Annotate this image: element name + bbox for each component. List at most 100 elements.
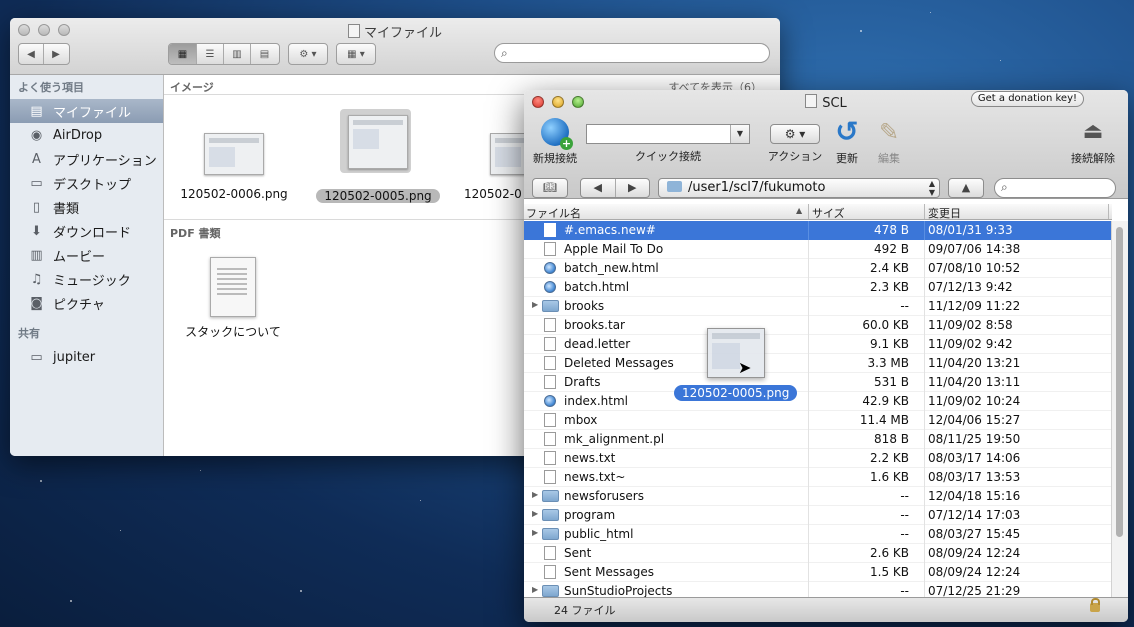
image-item[interactable]: 120502-0006.png — [180, 133, 288, 201]
file-row[interactable]: index.html 42.9 KB 11/09/02 10:24 — [524, 392, 1112, 411]
favorites-header: よく使う項目 — [18, 81, 84, 94]
forward-button[interactable]: ▶ — [616, 179, 650, 197]
file-row[interactable]: dead.letter 9.1 KB 11/09/02 9:42 — [524, 335, 1112, 354]
column-divider — [808, 297, 809, 316]
sidebar-item-jupiter[interactable]: ▭ jupiter — [10, 345, 163, 369]
file-row[interactable]: Drafts 531 B 11/04/20 13:11 — [524, 373, 1112, 392]
file-row[interactable]: Sent 2.6 KB 08/09/24 12:24 — [524, 544, 1112, 563]
book-icon: 📖︎ — [543, 181, 557, 194]
file-row[interactable]: news.txt 2.2 KB 08/03/17 14:06 — [524, 449, 1112, 468]
edit-button[interactable]: ✎ 編集 — [870, 118, 908, 166]
file-row[interactable]: ▶ newsforusers -- 12/04/18 15:16 — [524, 487, 1112, 506]
file-icon — [544, 242, 556, 256]
coverflow-view-button[interactable]: ▤ — [251, 44, 278, 64]
file-date: 12/04/18 15:16 — [928, 489, 1021, 503]
new-connection-button[interactable]: + 新規接続 — [530, 118, 580, 166]
modified-column-header[interactable]: 変更日 — [928, 205, 961, 221]
file-name: Deleted Messages — [564, 356, 674, 370]
size-column-header[interactable]: サイズ — [812, 205, 845, 221]
column-divider — [808, 411, 809, 430]
file-icon — [544, 375, 556, 389]
scl-search-input[interactable]: ⌕ — [994, 178, 1116, 198]
file-icon — [544, 337, 556, 351]
file-row[interactable]: mk_alignment.pl 818 B 08/11/25 19:50 — [524, 430, 1112, 449]
dragged-file[interactable]: ➤ 120502-0005.png — [674, 328, 798, 401]
finder-titlebar: マイファイル ◀ ▶ ▦ ☰ ▥ ▤ ⚙ ▾ ▦ ▾ ⌕ — [10, 18, 780, 75]
sidebar-item-applications[interactable]: A アプリケーション — [10, 147, 163, 171]
sidebar-item-pictures[interactable]: ◙ ピクチャ — [10, 291, 163, 315]
file-size: -- — [900, 527, 909, 541]
gear-icon: ⚙ ▾ — [299, 48, 317, 60]
file-row[interactable]: ▶ program -- 07/12/14 17:03 — [524, 506, 1112, 525]
bookmarks-button[interactable]: 📖︎ — [532, 178, 568, 198]
file-row[interactable]: Deleted Messages 3.3 MB 11/04/20 13:21 — [524, 354, 1112, 373]
file-size: 42.9 KB — [862, 394, 909, 408]
sidebar-item-desktop[interactable]: ▭ デスクトップ — [10, 171, 163, 195]
folder-icon — [542, 585, 559, 597]
donation-key-button[interactable]: Get a donation key! — [970, 91, 1084, 107]
back-forward-control: ◀ ▶ — [18, 43, 70, 65]
back-button[interactable]: ◀ — [19, 44, 44, 64]
scrollbar-knob[interactable] — [1116, 227, 1123, 537]
list-view-button[interactable]: ☰ — [197, 44, 224, 64]
file-row[interactable]: Apple Mail To Do 492 B 09/07/06 14:38 — [524, 240, 1112, 259]
disclosure-triangle-icon[interactable]: ▶ — [532, 509, 538, 518]
search-icon: ⌕ — [1001, 180, 1008, 194]
disclosure-triangle-icon[interactable]: ▶ — [532, 300, 538, 309]
column-view-button[interactable]: ▥ — [224, 44, 251, 64]
refresh-button[interactable]: ↺ 更新 — [830, 118, 864, 166]
status-bar: 24 ファイル — [524, 597, 1128, 622]
file-row[interactable]: Sent Messages 1.5 KB 08/09/24 12:24 — [524, 563, 1112, 582]
sidebar-item-all-my-files[interactable]: ▤ マイファイル — [10, 99, 163, 123]
file-row[interactable]: ▶ public_html -- 08/03/27 15:45 — [524, 525, 1112, 544]
sidebar-item-airdrop[interactable]: ◉ AirDrop — [10, 123, 163, 147]
file-row[interactable]: mbox 11.4 MB 12/04/06 15:27 — [524, 411, 1112, 430]
file-date: 11/12/09 11:22 — [928, 299, 1021, 313]
dragged-file-label: 120502-0005.png — [674, 385, 798, 401]
back-button[interactable]: ◀ — [581, 179, 616, 197]
vertical-scrollbar[interactable] — [1111, 221, 1128, 598]
file-row[interactable]: batch.html 2.3 KB 07/12/13 9:42 — [524, 278, 1112, 297]
file-row[interactable]: ▶ brooks -- 11/12/09 11:22 — [524, 297, 1112, 316]
column-divider — [924, 240, 925, 259]
file-row[interactable]: news.txt~ 1.6 KB 08/03/17 13:53 — [524, 468, 1112, 487]
sidebar-item-downloads[interactable]: ⬇ ダウンロード — [10, 219, 163, 243]
file-icon — [544, 451, 556, 465]
icon-view-button[interactable]: ▦ — [169, 44, 197, 64]
chevron-down-icon[interactable]: ▼ — [730, 125, 749, 143]
file-size: 2.3 KB — [870, 280, 909, 294]
file-icon — [544, 318, 556, 332]
file-row[interactable]: brooks.tar 60.0 KB 11/09/02 8:58 — [524, 316, 1112, 335]
column-divider — [808, 316, 809, 335]
action-menu-button[interactable]: ⚙ ▾ — [288, 43, 328, 65]
column-divider — [808, 449, 809, 468]
finder-search-input[interactable]: ⌕ — [494, 43, 770, 63]
parent-folder-button[interactable]: ▲ — [948, 178, 984, 198]
disconnect-button[interactable]: ⏏ 接続解除 — [1068, 118, 1118, 166]
name-column-header[interactable]: ファイル名 — [526, 205, 581, 221]
file-date: 08/01/31 9:33 — [928, 223, 1013, 237]
sidebar-item-movies[interactable]: ▥ ムービー — [10, 243, 163, 267]
disclosure-triangle-icon[interactable]: ▶ — [532, 490, 538, 499]
file-row[interactable]: #.emacs.new# 478 B 08/01/31 9:33 — [524, 221, 1112, 240]
pdf-item[interactable]: スタックについて — [178, 257, 288, 340]
action-button[interactable]: ⚙ ▾ アクション — [764, 124, 826, 164]
file-name: news.txt — [564, 451, 616, 465]
file-size: 818 B — [874, 432, 909, 446]
quick-connect-input[interactable]: ▼ — [586, 124, 750, 144]
up-arrow-icon: ▲ — [961, 181, 971, 194]
image-item-selected[interactable]: 120502-0005.png — [316, 115, 440, 203]
column-divider — [808, 335, 809, 354]
sidebar-item-music[interactable]: ♫ ミュージック — [10, 267, 163, 291]
disclosure-triangle-icon[interactable]: ▶ — [532, 585, 538, 594]
path-selector[interactable]: /user1/scl7/fukumoto ▲ ▼ — [658, 178, 940, 198]
sidebar-item-documents[interactable]: ▯ 書類 — [10, 195, 163, 219]
file-name: news.txt~ — [564, 470, 626, 484]
file-name: #.emacs.new# — [564, 223, 656, 237]
file-row[interactable]: batch_new.html 2.4 KB 07/08/10 10:52 — [524, 259, 1112, 278]
forward-button[interactable]: ▶ — [44, 44, 68, 64]
disclosure-triangle-icon[interactable]: ▶ — [532, 528, 538, 537]
arrange-menu-button[interactable]: ▦ ▾ — [336, 43, 376, 65]
file-date: 11/09/02 9:42 — [928, 337, 1013, 351]
column-divider — [924, 449, 925, 468]
